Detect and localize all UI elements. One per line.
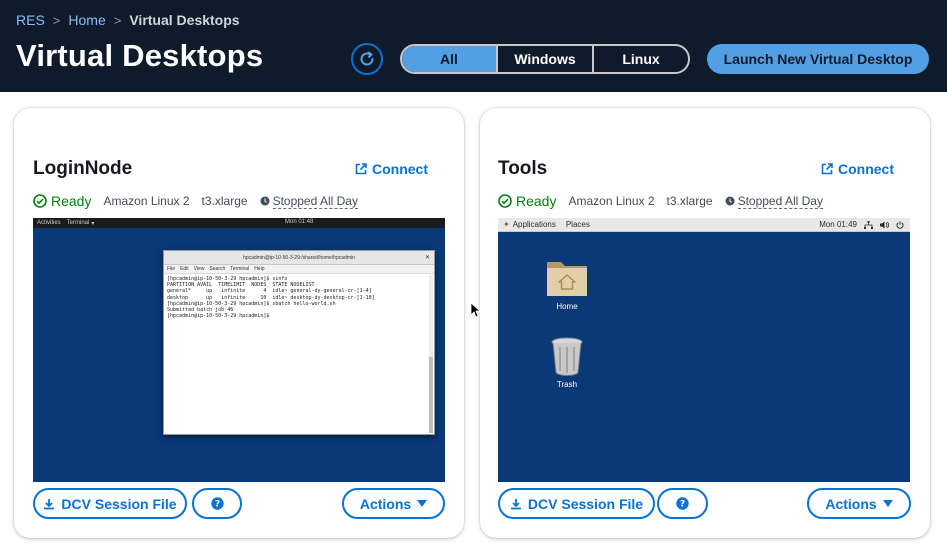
instance-type-label: t3.xlarge xyxy=(201,194,248,208)
help-button[interactable]: ? xyxy=(192,488,242,519)
clock-icon xyxy=(260,196,270,206)
terminal-menu-item: Terminal xyxy=(230,266,250,272)
caret-down-icon xyxy=(417,499,428,507)
desktop-clock: Mon 01:48 xyxy=(285,219,314,225)
terminal-titlebar: hpcadmin@ip-10-50-3-29:/shared/home/hpca… xyxy=(164,251,434,265)
os-label: Amazon Linux 2 xyxy=(568,194,655,208)
status-text: Ready xyxy=(516,193,557,209)
status-badge: Ready xyxy=(498,193,556,209)
schedule-info[interactable]: Stopped All Day xyxy=(260,194,358,209)
terminal-scrollbar xyxy=(429,275,433,433)
instance-type-label: t3.xlarge xyxy=(666,194,713,208)
gnome-topbar: Activities Terminal ▾ Mon 01:48 xyxy=(33,218,445,228)
terminal-menubar: File Edit View Search Terminal Help xyxy=(164,265,434,274)
page-title: Virtual Desktops xyxy=(16,38,264,73)
status-text: Ready xyxy=(51,193,92,209)
caret-down-icon xyxy=(882,499,893,507)
activities-label: Activities xyxy=(37,220,61,226)
filter-all-button[interactable]: All xyxy=(402,46,496,72)
help-icon: ? xyxy=(676,497,689,510)
dcv-session-file-label: DCV Session File xyxy=(527,495,644,512)
refresh-icon xyxy=(360,51,374,66)
os-label: Amazon Linux 2 xyxy=(103,194,190,208)
gnome-classic-topbar: ✦ Applications Places Mon 01:49 xyxy=(498,218,910,232)
desktop-screenshot-preview[interactable]: Activities Terminal ▾ Mon 01:48 hpcadmin… xyxy=(33,218,445,482)
terminal-window: hpcadmin@ip-10-50-3-29:/shared/home/hpca… xyxy=(163,250,435,435)
external-link-icon xyxy=(355,163,367,175)
places-menu: Places xyxy=(565,220,590,229)
chevron-right-icon: > xyxy=(113,12,122,28)
actions-dropdown-button[interactable]: Actions xyxy=(807,488,911,519)
card-title: LoginNode xyxy=(33,158,133,179)
desktop-icon-home[interactable]: Home xyxy=(527,256,607,311)
terminal-menu-item: Help xyxy=(254,266,265,272)
terminal-menu-item: Search xyxy=(209,266,226,272)
terminal-menu-item: View xyxy=(193,266,205,272)
breadcrumb: RES > Home > Virtual Desktops xyxy=(16,12,240,28)
dcv-session-file-label: DCV Session File xyxy=(61,495,177,512)
terminal-output: [hpcadmin@ip-10-50-3-29 hpcadmin]$ sinfo… xyxy=(164,274,434,321)
actions-label: Actions xyxy=(359,495,412,512)
download-icon xyxy=(510,498,521,509)
download-icon xyxy=(44,498,55,509)
dcv-session-file-button[interactable]: DCV Session File xyxy=(498,488,655,519)
connect-label: Connect xyxy=(838,161,894,177)
os-filter-segmented-control: All Windows Linux xyxy=(400,44,690,74)
connect-link[interactable]: Connect xyxy=(355,161,428,177)
chevron-right-icon: > xyxy=(52,12,61,28)
dcv-session-file-button[interactable]: DCV Session File xyxy=(33,488,187,519)
volume-icon xyxy=(880,221,889,228)
terminal-menu-item: File xyxy=(167,266,176,272)
folder-home-icon xyxy=(547,262,587,296)
check-circle-icon xyxy=(33,194,47,208)
power-icon xyxy=(896,220,904,229)
status-badge: Ready xyxy=(33,193,91,209)
connect-label: Connect xyxy=(372,161,428,177)
clock-icon xyxy=(725,196,735,206)
desktop-card-loginnode: LoginNode Connect Ready Amazon Linux 2 t… xyxy=(14,108,464,538)
applications-menu: Applications xyxy=(512,220,556,229)
mouse-pointer-icon xyxy=(470,302,480,318)
breadcrumb-current: Virtual Desktops xyxy=(129,12,240,28)
terminal-title: hpcadmin@ip-10-50-3-29:/shared/home/hpca… xyxy=(243,254,355,261)
svg-text:?: ? xyxy=(214,500,219,510)
close-icon: ✕ xyxy=(424,255,430,261)
svg-text:?: ? xyxy=(680,500,685,510)
desktop-meta: Ready Amazon Linux 2 t3.xlarge Stopped A… xyxy=(498,193,823,209)
desktop-icon-trash[interactable]: Trash xyxy=(527,336,607,389)
trash-icon xyxy=(551,337,583,376)
breadcrumb-res[interactable]: RES xyxy=(16,12,45,28)
desktop-card-tools: Tools Connect Ready Amazon Linux 2 t3.xl… xyxy=(480,108,930,538)
system-tray: Mon 01:49 xyxy=(819,220,904,229)
filter-windows-button[interactable]: Windows xyxy=(496,46,592,72)
terminal-line: [hpcadmin@ip-10-50-3-29 hpcadmin]$ xyxy=(167,313,273,320)
schedule-text: Stopped All Day xyxy=(737,193,823,209)
external-link-icon xyxy=(821,163,833,175)
chevron-down-icon: ▾ xyxy=(91,220,95,227)
desktop-icon-label: Trash xyxy=(556,380,578,389)
check-circle-icon xyxy=(498,194,512,208)
desktop-clock: Mon 01:49 xyxy=(819,220,857,229)
page-header: RES > Home > Virtual Desktops Virtual De… xyxy=(0,0,947,92)
help-button[interactable]: ? xyxy=(657,488,708,519)
refresh-button[interactable] xyxy=(351,43,383,75)
foot-icon: ✦ xyxy=(503,220,510,229)
actions-dropdown-button[interactable]: Actions xyxy=(342,488,445,519)
filter-linux-button[interactable]: Linux xyxy=(592,46,688,72)
connect-link[interactable]: Connect xyxy=(821,161,894,177)
terminal-menu-item: Edit xyxy=(180,266,189,272)
terminal-app-label: Terminal xyxy=(66,220,90,226)
breadcrumb-home[interactable]: Home xyxy=(68,12,105,28)
card-title: Tools xyxy=(498,158,548,179)
help-icon: ? xyxy=(210,497,224,510)
network-icon xyxy=(864,220,873,229)
desktop-meta: Ready Amazon Linux 2 t3.xlarge Stopped A… xyxy=(33,193,358,209)
scrollbar-thumb xyxy=(429,357,433,433)
schedule-text: Stopped All Day xyxy=(272,193,358,209)
desktop-icon-label: Home xyxy=(556,302,578,311)
launch-new-virtual-desktop-button[interactable]: Launch New Virtual Desktop xyxy=(707,44,929,74)
desktop-screenshot-preview[interactable]: ✦ Applications Places Mon 01:49 Home Tra… xyxy=(498,218,910,482)
actions-label: Actions xyxy=(825,495,877,512)
schedule-info[interactable]: Stopped All Day xyxy=(725,194,823,209)
